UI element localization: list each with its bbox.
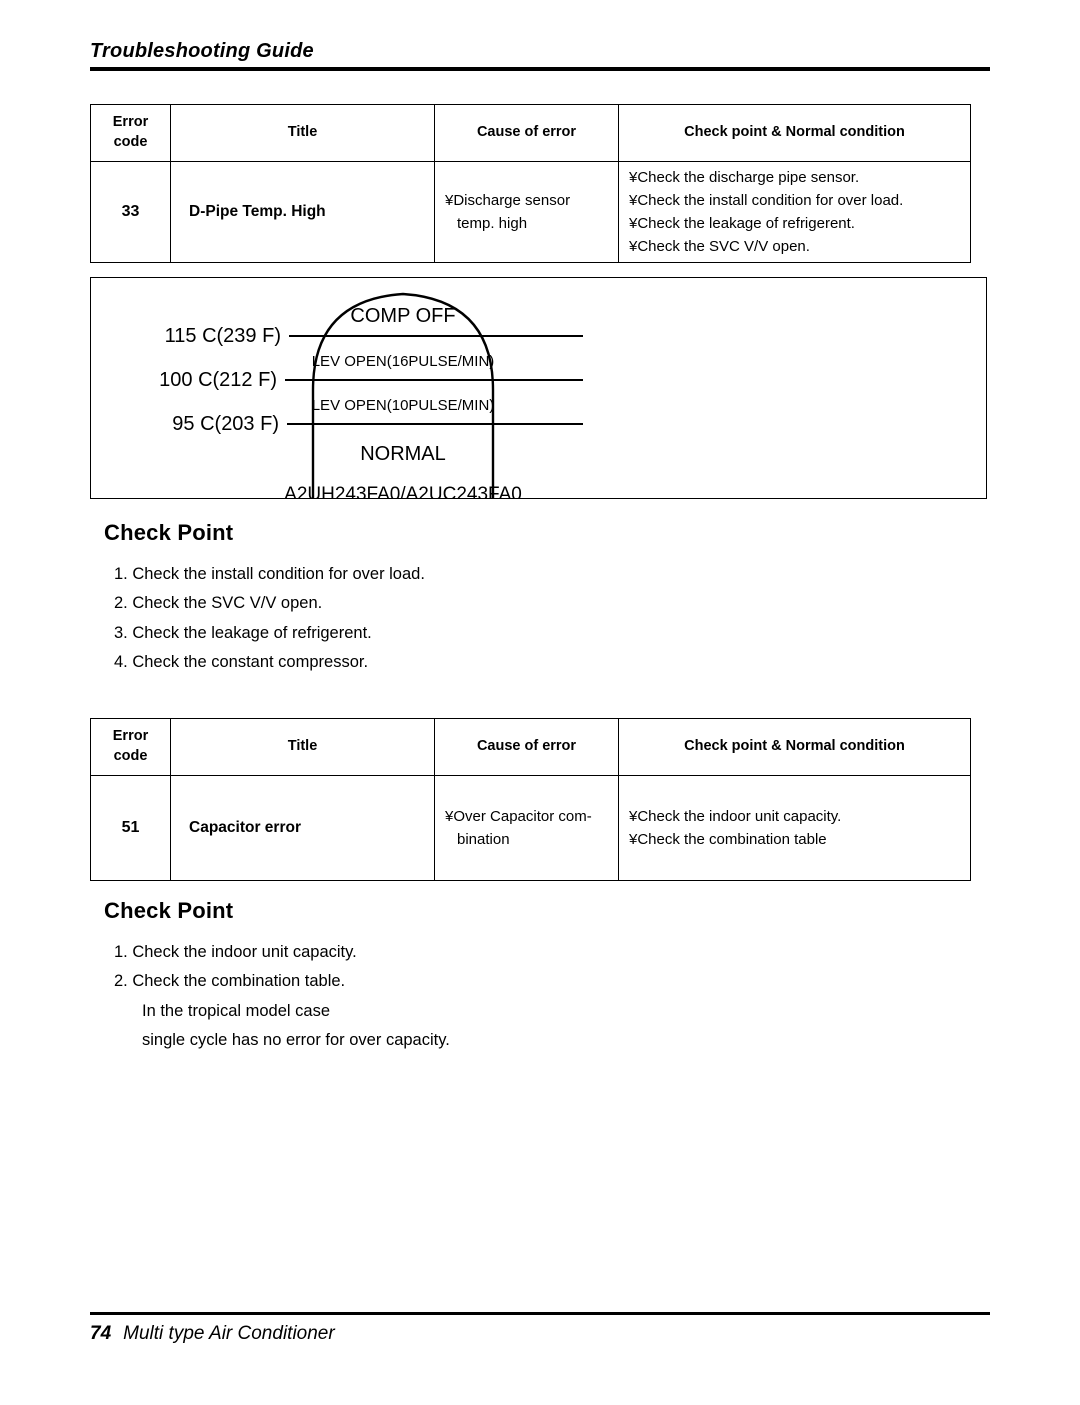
check-point-heading: Check Point <box>104 898 234 923</box>
footer-title: Multi type Air Conditioner <box>123 1323 335 1344</box>
cell-error-title: Capacitor error <box>170 775 435 881</box>
header-divider <box>90 67 990 71</box>
check-point-section-1: Check Point 1. Check the install conditi… <box>104 520 804 677</box>
cell-check-point: ¥Check the discharge pipe sensor. ¥Check… <box>618 161 971 263</box>
document-page: Troubleshooting Guide Error code Title C… <box>0 0 1080 1405</box>
footer-divider <box>90 1312 990 1315</box>
threshold-label-115c: 115 C(239 F) <box>165 325 281 347</box>
error-table-51: Error code Title Cause of error Check po… <box>90 718 971 881</box>
table-header-row: Error code Title Cause of error Check po… <box>90 718 971 776</box>
list-item: 2. Check the SVC V/V open. <box>114 594 323 613</box>
cell-check-point: ¥Check the indoor unit capacity. ¥Check … <box>618 775 971 881</box>
column-header-error-code: Error code <box>90 104 171 162</box>
check-point-list: 1. Check the indoor unit capacity. 2. Ch… <box>104 938 804 1055</box>
cell-error-code: 51 <box>90 775 171 881</box>
column-header-error-code: Error code <box>90 718 171 776</box>
list-item: single cycle has no error for over capac… <box>142 1031 450 1050</box>
footer-content: 74 Multi type Air Conditioner <box>90 1323 990 1345</box>
diagram-canvas: 115 C(239 F) 100 C(212 F) 95 C(203 F) CO… <box>159 292 583 498</box>
cause-line: ¥Discharge sensor <box>445 191 571 209</box>
threshold-label-100c: 100 C(212 F) <box>159 369 277 391</box>
threshold-label-95c: 95 C(203 F) <box>172 413 279 435</box>
check-line: ¥Check the discharge pipe sensor. <box>629 168 860 186</box>
table-row: 51 Capacitor error ¥Over Capacitor com- … <box>90 775 971 881</box>
check-point-heading: Check Point <box>104 520 234 545</box>
temperature-zone-diagram: 115 C(239 F) 100 C(212 F) 95 C(203 F) CO… <box>90 277 987 499</box>
column-header-check-point: Check point & Normal condition <box>618 718 971 776</box>
cause-line: bination <box>457 831 510 848</box>
diagram-model-caption: A2UH243FA0/A2UC243FA0 <box>284 484 522 498</box>
column-header-title: Title <box>170 718 435 776</box>
table-row: 33 D-Pipe Temp. High ¥Discharge sensor t… <box>90 161 971 263</box>
error-table-33: Error code Title Cause of error Check po… <box>90 104 971 263</box>
check-line: ¥Check the leakage of refrigerent. <box>629 215 855 232</box>
column-header-cause: Cause of error <box>434 104 619 162</box>
check-point-list: 1. Check the install condition for over … <box>104 560 804 677</box>
list-item: 3. Check the leakage of refrigerent. <box>114 623 372 642</box>
check-line: ¥Check the indoor unit capacity. <box>629 807 842 825</box>
check-point-section-2: Check Point 1. Check the indoor unit cap… <box>104 898 804 1055</box>
check-line: ¥Check the combination table <box>629 831 827 848</box>
list-item: 2. Check the combination table. <box>114 972 346 991</box>
cell-error-code: 33 <box>90 161 171 263</box>
cell-error-title: D-Pipe Temp. High <box>170 161 435 263</box>
zone-label-normal: NORMAL <box>360 443 446 465</box>
cause-line: temp. high <box>457 215 528 232</box>
cell-cause-of-error: ¥Over Capacitor com- bination <box>434 775 619 881</box>
header-title: Troubleshooting Guide <box>90 40 314 62</box>
document-header: Troubleshooting Guide <box>90 40 990 71</box>
column-header-title: Title <box>170 104 435 162</box>
column-header-cause: Cause of error <box>434 718 619 776</box>
list-item: 4. Check the constant compressor. <box>114 653 369 672</box>
column-header-check-point: Check point & Normal condition <box>618 104 971 162</box>
zone-label-lev-open-16: LEV OPEN(16PULSE/MIN) <box>312 353 495 370</box>
page-number: 74 <box>90 1323 112 1344</box>
cell-cause-of-error: ¥Discharge sensor temp. high <box>434 161 619 263</box>
zone-label-lev-open-10: LEV OPEN(10PULSE/MIN) <box>312 397 495 414</box>
cause-line: ¥Over Capacitor com- <box>445 807 592 825</box>
list-item: 1. Check the install condition for over … <box>114 565 425 583</box>
zone-label-comp-off: COMP OFF <box>350 305 455 327</box>
document-footer: 74 Multi type Air Conditioner <box>90 1312 990 1345</box>
check-line: ¥Check the install condition for over lo… <box>629 191 904 209</box>
table-header-row: Error code Title Cause of error Check po… <box>90 104 971 162</box>
check-line: ¥Check the SVC V/V open. <box>629 238 810 256</box>
list-item: 1. Check the indoor unit capacity. <box>114 943 357 961</box>
list-item: In the tropical model case <box>142 1001 331 1020</box>
